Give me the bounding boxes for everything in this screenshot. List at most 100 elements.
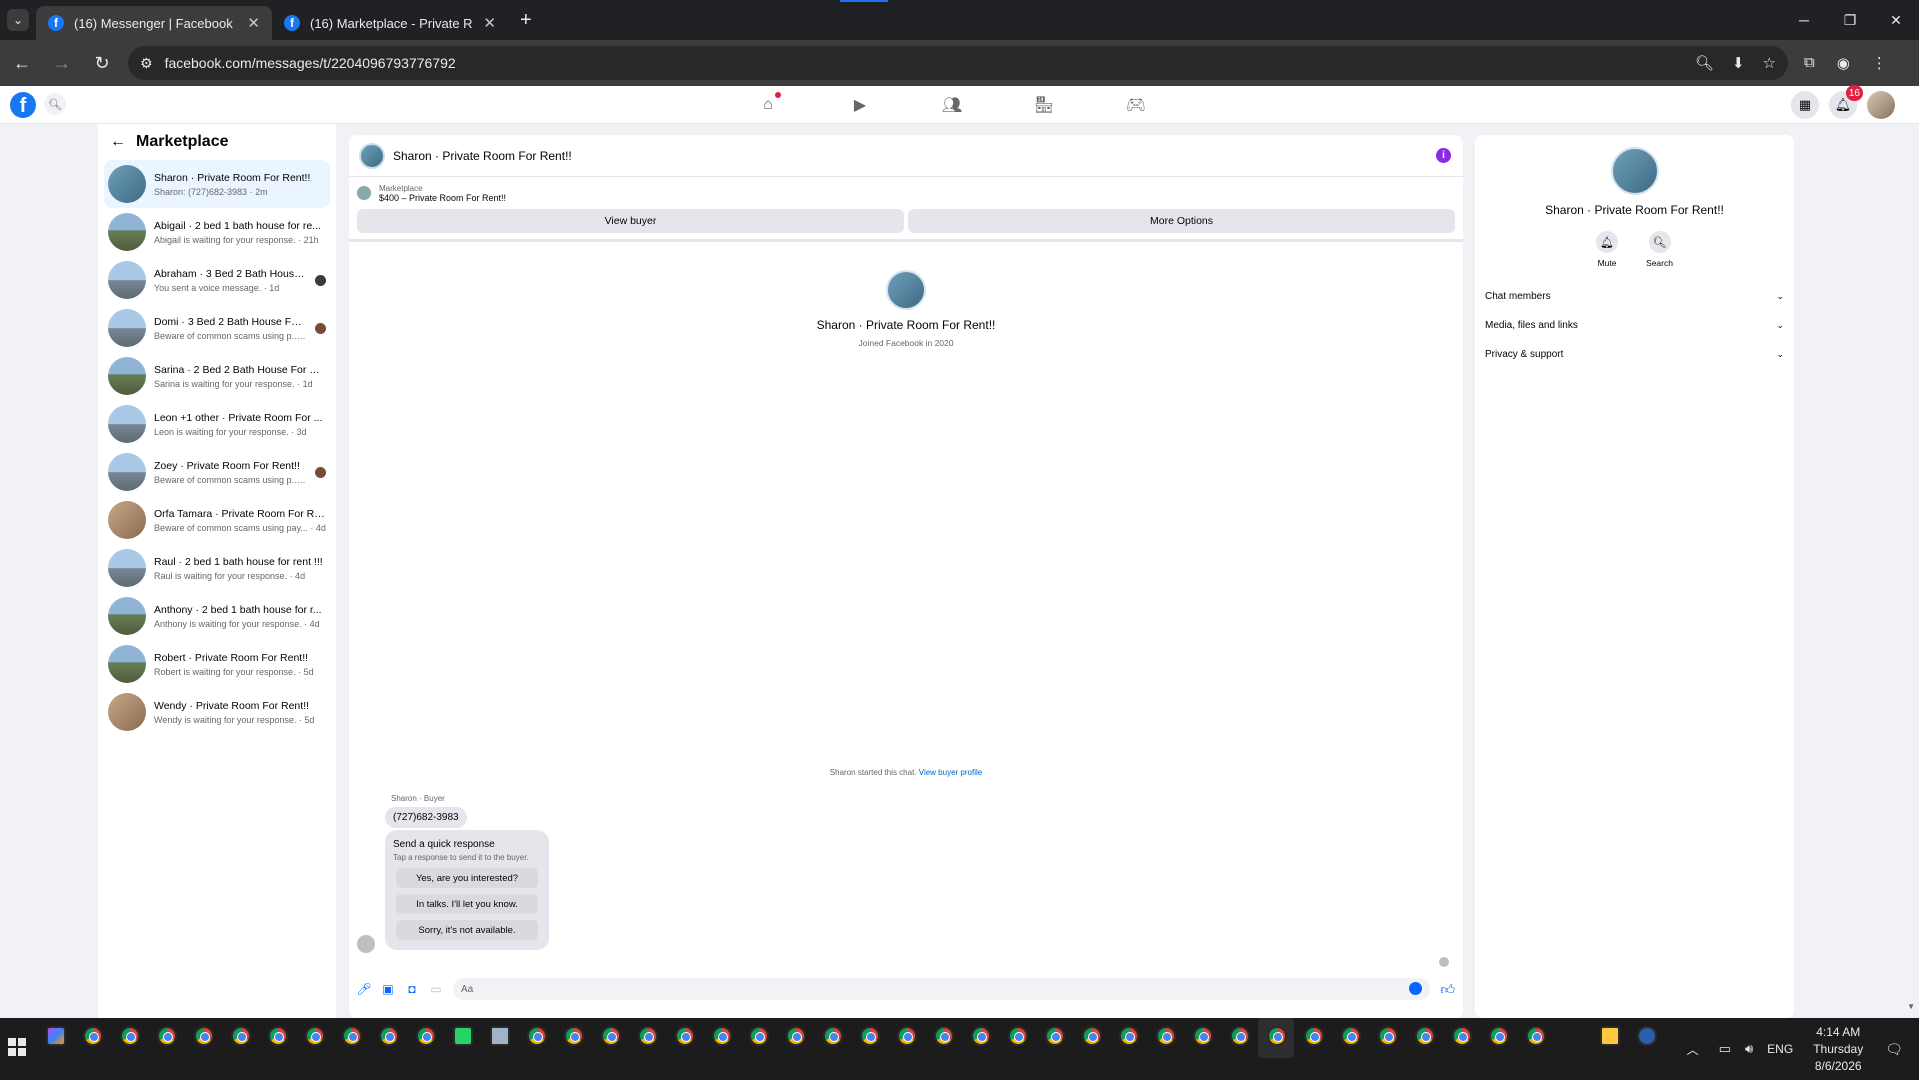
chrome-app-icon[interactable] xyxy=(749,1026,769,1046)
marketplace-icon[interactable]: 🏪︎ xyxy=(1033,95,1055,115)
section-chat-members[interactable]: Chat members ⌄ xyxy=(1475,282,1794,311)
conversation-item[interactable]: Wendy · Private Room For Rent!! Wendy is … xyxy=(104,688,330,736)
chrome-app-icon[interactable] xyxy=(1267,1026,1287,1046)
section-media-files-links[interactable]: Media, files and links ⌄ xyxy=(1475,311,1794,340)
chrome-app-icon[interactable] xyxy=(971,1026,991,1046)
more-options-button[interactable]: More Options xyxy=(908,209,1455,233)
conversation-item[interactable]: Orfa Tamara · Private Room For Re... Bewa… xyxy=(104,496,330,544)
chrome-app-icon[interactable] xyxy=(1489,1026,1509,1046)
quick-response-button[interactable]: Yes, are you interested? xyxy=(396,868,538,888)
home-icon[interactable]: ⌂ xyxy=(757,92,781,115)
emoji-icon[interactable] xyxy=(1409,982,1423,995)
tab-messenger[interactable]: f (16) Messenger | Facebook ✕ xyxy=(36,6,272,40)
chrome-app-icon[interactable] xyxy=(1156,1026,1176,1046)
chrome-app-icon[interactable] xyxy=(934,1026,954,1046)
chrome-app-icon[interactable] xyxy=(1008,1026,1028,1046)
profile-icon[interactable]: ◉ xyxy=(1837,54,1850,72)
chat-header-avatar[interactable] xyxy=(359,142,385,169)
conversation-item[interactable]: Zoey · Private Room For Rent!! Beware of … xyxy=(104,448,330,496)
search-button[interactable]: 🔍︎ Search xyxy=(1646,231,1673,268)
thumbs-up-icon[interactable]: 👍︎ xyxy=(1440,981,1455,998)
gif-icon[interactable]: ▭ xyxy=(429,982,443,996)
facebook-logo-icon[interactable]: f xyxy=(10,92,36,118)
chrome-app-icon[interactable] xyxy=(675,1026,695,1046)
chrome-app-icon[interactable] xyxy=(786,1026,806,1046)
conversation-item[interactable]: Domi · 3 Bed 2 Bath House For ... Beware … xyxy=(104,304,330,352)
chrome-app-icon[interactable] xyxy=(194,1026,214,1046)
zoom-icon[interactable]: 🔍︎ xyxy=(1695,54,1714,72)
install-app-icon[interactable]: ⬇ xyxy=(1732,54,1745,72)
photo-icon[interactable]: ▣ xyxy=(381,982,395,996)
chrome-app-icon[interactable] xyxy=(897,1026,917,1046)
friends-icon[interactable]: 👥︎ xyxy=(941,95,963,115)
file-explorer-app-icon[interactable] xyxy=(1600,1026,1620,1046)
chrome-app-icon[interactable] xyxy=(638,1026,658,1046)
chrome-app-icon[interactable] xyxy=(157,1026,177,1046)
edge-app-icon[interactable] xyxy=(1637,1026,1657,1046)
tray-overflow-icon[interactable]: ︿ xyxy=(1687,1041,1699,1058)
chrome-app-icon[interactable] xyxy=(823,1026,843,1046)
conversation-item[interactable]: Anthony · 2 bed 1 bath house for r... Ant… xyxy=(104,592,330,640)
sticker-icon[interactable]: ◘ xyxy=(405,982,419,996)
conversation-item[interactable]: Abigail · 2 bed 1 bath house for re... Ab… xyxy=(104,208,330,256)
scroll-down-arrow-icon[interactable]: ▼ xyxy=(1907,1002,1915,1011)
chrome-app-icon[interactable] xyxy=(1415,1026,1435,1046)
clock[interactable]: 4:14 AM Thursday 8/6/2026 xyxy=(1813,1024,1863,1075)
minimize-icon[interactable]: ─ xyxy=(1781,0,1827,40)
close-icon[interactable]: ✕ xyxy=(483,14,496,32)
account-avatar[interactable] xyxy=(1867,91,1895,119)
mute-button[interactable]: 🔔︎ Mute xyxy=(1596,231,1619,268)
chrome-app-icon[interactable] xyxy=(379,1026,399,1046)
back-button[interactable]: ← xyxy=(4,45,40,81)
view-buyer-button[interactable]: View buyer xyxy=(357,209,904,233)
chrome-app-icon[interactable] xyxy=(1378,1026,1398,1046)
chrome-app-icon[interactable] xyxy=(342,1026,362,1046)
tab-search-button[interactable]: ⌄ xyxy=(0,0,36,40)
chrome-app-icon[interactable] xyxy=(1119,1026,1139,1046)
address-bar[interactable]: ⚙ facebook.com/messages/t/22040967937767… xyxy=(128,46,1788,80)
chat-header-name[interactable]: Sharon · Private Room For Rent!! xyxy=(393,149,572,163)
new-tab-button[interactable]: + xyxy=(520,9,532,32)
chrome-app-icon[interactable] xyxy=(712,1026,732,1046)
chrome-app-icon[interactable] xyxy=(305,1026,325,1046)
close-icon[interactable]: ✕ xyxy=(247,14,260,32)
conversation-item[interactable]: Raul · 2 bed 1 bath house for rent !!! Ra… xyxy=(104,544,330,592)
chrome-app-icon[interactable] xyxy=(601,1026,621,1046)
profile-avatar[interactable] xyxy=(886,270,926,310)
conversation-item[interactable]: Sarina · 2 Bed 2 Bath House For Re... Sar… xyxy=(104,352,330,400)
gaming-icon[interactable]: 🎮︎ xyxy=(1125,95,1147,115)
url-text[interactable]: facebook.com/messages/t/2204096793776792 xyxy=(165,55,1683,71)
windows-start-icon[interactable] xyxy=(8,1038,26,1056)
chrome-app-icon[interactable] xyxy=(564,1026,584,1046)
tab-marketplace[interactable]: f (16) Marketplace - Private Room ✕ xyxy=(272,6,508,40)
chrome-app-icon[interactable] xyxy=(1082,1026,1102,1046)
view-buyer-profile-link[interactable]: View buyer profile xyxy=(919,768,982,777)
message-input[interactable]: Aa xyxy=(453,978,1431,1000)
chrome-app-icon[interactable] xyxy=(1230,1026,1250,1046)
chrome-app-icon[interactable] xyxy=(416,1026,436,1046)
battery-icon[interactable]: ▭ xyxy=(1719,1041,1731,1057)
chrome-app-icon[interactable] xyxy=(860,1026,880,1046)
menu-grid-icon[interactable]: ▦ xyxy=(1791,91,1819,119)
microphone-icon[interactable]: 🎤︎ xyxy=(356,982,371,996)
bookmark-star-icon[interactable]: ☆ xyxy=(1763,54,1776,72)
chrome-app-icon[interactable] xyxy=(1526,1026,1546,1046)
back-arrow-icon[interactable]: ← xyxy=(110,133,126,151)
extensions-icon[interactable]: ⧉ xyxy=(1804,54,1815,72)
chrome-app-icon[interactable] xyxy=(1452,1026,1472,1046)
chrome-app-icon[interactable] xyxy=(1341,1026,1361,1046)
listing-banner[interactable]: Marketplace $400 – Private Room For Rent… xyxy=(349,177,1463,209)
forward-button[interactable]: → xyxy=(44,45,80,81)
quick-response-button[interactable]: In talks. I'll let you know. xyxy=(396,894,538,914)
section-privacy-support[interactable]: Privacy & support ⌄ xyxy=(1475,340,1794,369)
site-info-icon[interactable]: ⚙ xyxy=(140,55,153,72)
video-icon[interactable]: ▶ xyxy=(849,95,871,115)
conversation-item[interactable]: Robert · Private Room For Rent!! Robert i… xyxy=(104,640,330,688)
chrome-app-icon[interactable] xyxy=(1045,1026,1065,1046)
chrome-app-icon[interactable] xyxy=(83,1026,103,1046)
whatsapp-app-icon[interactable] xyxy=(453,1026,473,1046)
notifications-bell-icon[interactable]: 🔔︎ 16 xyxy=(1829,85,1863,119)
conversation-item[interactable]: Sharon · Private Room For Rent!! Sharon: … xyxy=(104,160,330,208)
notepad-app-icon[interactable] xyxy=(490,1026,510,1046)
chrome-app-icon[interactable] xyxy=(1193,1026,1213,1046)
